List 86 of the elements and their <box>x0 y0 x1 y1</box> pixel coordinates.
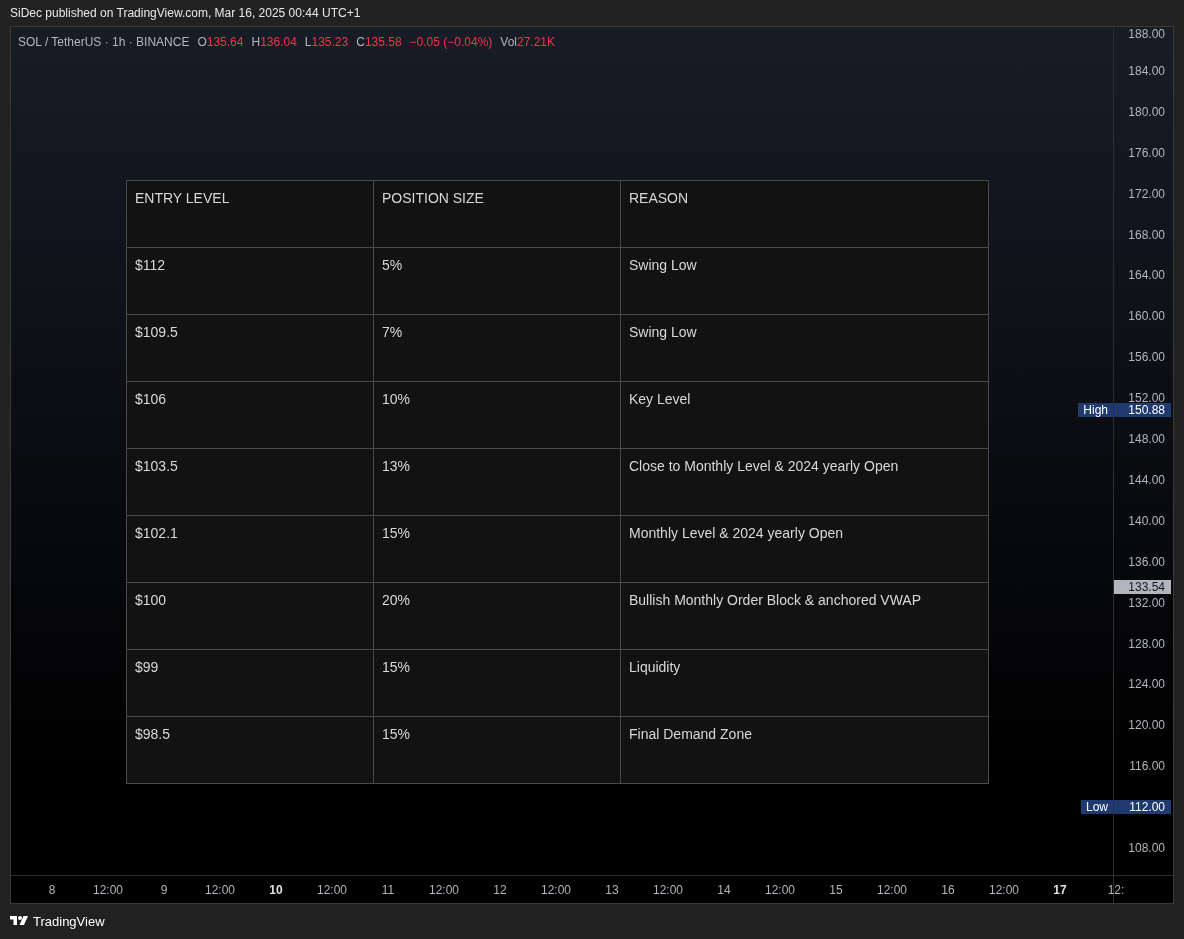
legend-label: Vol <box>500 35 517 49</box>
column-header: REASON <box>621 181 989 248</box>
time-label: 12 <box>492 882 508 897</box>
table-cell: Liquidity <box>621 650 989 717</box>
table-cell: $102.1 <box>127 516 374 583</box>
time-label: 12:00 <box>764 882 796 897</box>
time-label: 9 <box>159 882 169 897</box>
time-label: 8 <box>47 882 57 897</box>
legend-label: L <box>304 35 312 49</box>
price-label: 156.00 <box>1128 350 1165 365</box>
time-label: 12:00 <box>92 882 124 897</box>
time-label: 12:00 <box>876 882 908 897</box>
table-cell: $109.5 <box>127 315 374 382</box>
price-label: 140.00 <box>1128 513 1165 528</box>
table-cell: Swing Low <box>621 315 989 382</box>
table-cell: 5% <box>374 248 621 315</box>
price-label: 108.00 <box>1128 841 1165 855</box>
table-cell: $112 <box>127 248 374 315</box>
legend-label: O <box>197 35 207 49</box>
price-label: 148.00 <box>1128 432 1165 446</box>
time-label: 12:00 <box>988 882 1020 897</box>
price-label: 184.00 <box>1128 63 1165 78</box>
price-label: 176.00 <box>1128 145 1165 160</box>
table-cell: 15% <box>374 516 621 583</box>
symbol-info: SOL / TetherUS · 1h · BINANCE <box>18 35 190 49</box>
price-label: 120.00 <box>1128 718 1165 733</box>
table-cell: $103.5 <box>127 449 374 516</box>
time-label: 10 <box>268 882 284 897</box>
price-label: 164.00 <box>1128 268 1165 283</box>
publish-info: SiDec published on TradingView.com, Mar 16, 2025 00:44 UTC+1 <box>10 6 361 20</box>
table-cell: Swing Low <box>621 248 989 315</box>
table-cell: $98.5 <box>127 717 374 784</box>
legend-value: −0.05 (−0.04%) <box>409 35 493 49</box>
table-cell: Bullish Monthly Order Block & anchored VWAP <box>621 583 989 650</box>
time-label: 11 <box>380 882 396 897</box>
table-cell: 13% <box>374 449 621 516</box>
table-cell: 10% <box>374 382 621 449</box>
table-cell: 15% <box>374 650 621 717</box>
time-label: 12:00 <box>652 882 684 897</box>
table-cell: $99 <box>127 650 374 717</box>
price-label: 188.00 <box>1128 27 1165 41</box>
price-label: 136.00 <box>1128 554 1165 569</box>
legend-value: 136.04 <box>260 35 297 49</box>
time-label: 12:00 <box>540 882 572 897</box>
price-badge: 150.88 <box>1114 402 1171 417</box>
price-label: 124.00 <box>1128 677 1165 692</box>
legend-label: C <box>356 35 365 49</box>
time-label: 13 <box>604 882 620 897</box>
table-cell: Final Demand Zone <box>621 717 989 784</box>
legend-value: 135.64 <box>206 35 244 49</box>
table-cell: Monthly Level & 2024 yearly Open <box>621 516 989 583</box>
table-cell: Key Level <box>621 382 989 449</box>
legend-label: H <box>251 35 261 49</box>
price-label: 180.00 <box>1128 104 1165 119</box>
table-cell: 20% <box>374 583 621 650</box>
table-cell: Close to Monthly Level & 2024 yearly Open <box>621 449 989 516</box>
brand-name: TradingView <box>33 913 105 929</box>
current-price-badge: 133.54 <box>1114 579 1171 594</box>
time-label: 12:00 <box>316 882 348 897</box>
time-label: 14 <box>716 882 732 897</box>
table-cell: 15% <box>374 717 621 784</box>
table-cell: $106 <box>127 382 374 449</box>
legend-value: 135.23 <box>311 35 349 49</box>
time-label: 17 <box>1052 882 1068 897</box>
logo-icon <box>10 914 28 928</box>
price-badge: 112.00 <box>1114 800 1171 815</box>
price-label: 132.00 <box>1128 595 1165 610</box>
legend-value: 27.21K <box>517 35 556 49</box>
time-label: 12: <box>1106 882 1126 897</box>
time-label: 16 <box>940 882 956 897</box>
time-label: 15 <box>828 882 844 897</box>
price-label: 168.00 <box>1128 227 1165 242</box>
price-badge-label: High <box>1078 402 1113 417</box>
legend-value: 135.58 <box>364 35 402 49</box>
price-label: 128.00 <box>1128 636 1165 651</box>
price-label: 144.00 <box>1128 472 1165 487</box>
time-label: 12:00 <box>428 882 460 897</box>
price-label: 116.00 <box>1129 759 1165 774</box>
table-cell: 7% <box>374 315 621 382</box>
time-label: 12:00 <box>204 882 236 897</box>
price-label: 160.00 <box>1128 309 1165 324</box>
column-header: ENTRY LEVEL <box>127 181 374 248</box>
table-cell: $100 <box>127 583 374 650</box>
column-header: POSITION SIZE <box>374 181 621 248</box>
price-badge-label: Low <box>1081 800 1113 815</box>
price-label: 172.00 <box>1128 186 1165 201</box>
